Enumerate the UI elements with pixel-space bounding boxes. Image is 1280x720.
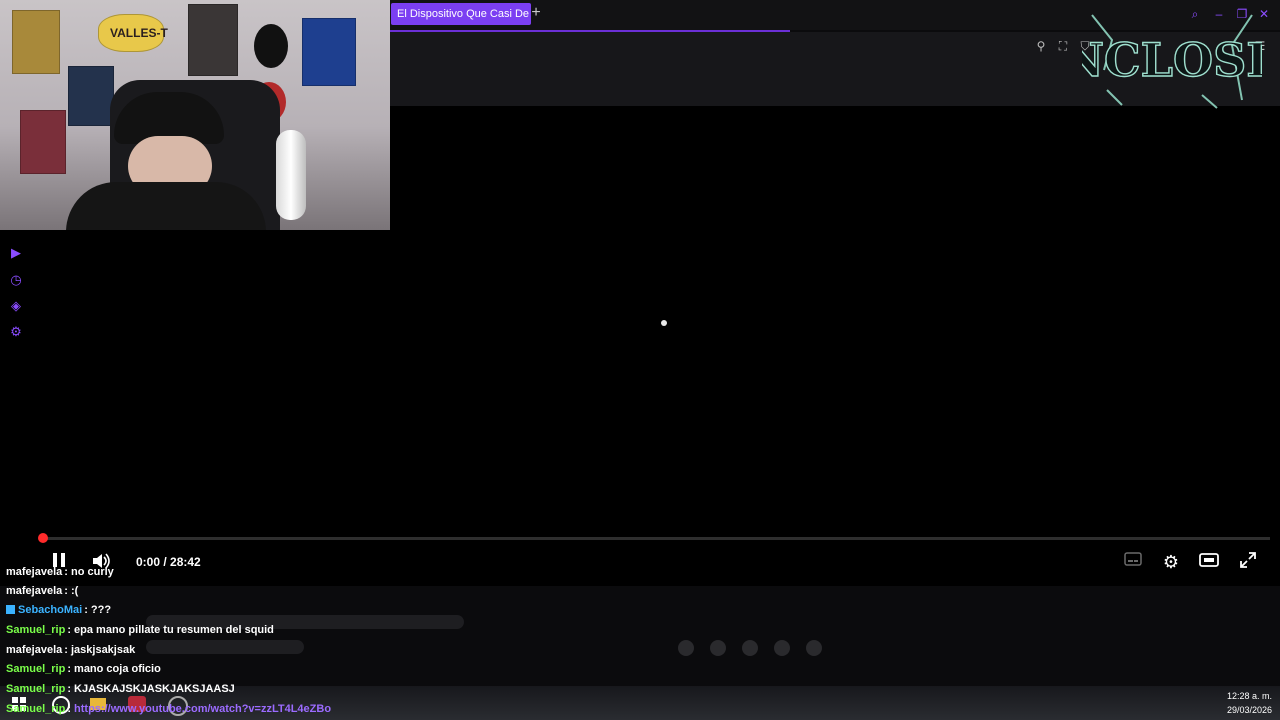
play-circle-icon[interactable]: ▶ <box>8 245 24 261</box>
new-tab-button[interactable]: + <box>528 5 544 21</box>
chat-username: Samuel_rip <box>6 624 66 636</box>
chat-username: mafejavela <box>6 644 63 656</box>
pause-icon <box>53 553 65 567</box>
chat-text: : jaskjsakjsak <box>64 644 136 656</box>
progress-bar[interactable] <box>42 537 1270 540</box>
chat-username: SebachoMai <box>18 604 83 616</box>
poster <box>12 10 60 74</box>
system-clock[interactable]: 12:28 a. m. 29/03/2026 <box>1227 689 1272 717</box>
chat-message: mafejavela: jaskjsakjsak <box>6 644 135 656</box>
chat-message: Samuel_rip: KJASKAJSKJASKJAKSJAASJ <box>6 683 235 695</box>
settings-button[interactable]: ⚙ <box>1160 552 1182 572</box>
volume-button[interactable] <box>90 552 112 572</box>
shirt-text: VALLES-T <box>110 26 168 40</box>
screenshot-icon[interactable]: ⛶ <box>1056 39 1070 53</box>
chat-bubble-icon[interactable]: ◈ <box>8 298 24 314</box>
subscriber-badge-icon <box>6 605 15 614</box>
clock-time: 12:28 a. m. <box>1226 691 1272 701</box>
captions-icon <box>1124 552 1142 566</box>
tab-active[interactable]: El Dispositivo Que Casi De <box>391 3 531 25</box>
streamer <box>66 92 266 230</box>
chat-text: : :( <box>64 585 79 597</box>
chat-message: Samuel_rip: https://www.youtube.com/watc… <box>6 703 331 715</box>
chat-username: Samuel_rip <box>6 663 66 675</box>
loading-dot <box>678 640 694 656</box>
gear-icon[interactable]: ⚙ <box>8 324 24 340</box>
subtitles-button[interactable] <box>1122 552 1144 572</box>
clock-date: 29/03/2026 <box>1226 705 1272 715</box>
speaker-icon <box>93 553 110 569</box>
chat-overlay: mafejavela: no curly mafejavela: :( Seba… <box>0 562 520 720</box>
gear-icon: ⚙ <box>1162 552 1180 572</box>
chat-link[interactable]: https://www.youtube.com/watch?v=zzLT4L4e… <box>74 703 331 715</box>
poster <box>188 4 238 76</box>
chat-text: : ??? <box>84 604 112 616</box>
chat-text: : mano coja oficio <box>67 663 161 675</box>
progress-handle[interactable] <box>38 533 48 543</box>
loading-dot <box>742 640 758 656</box>
chat-message: mafejavela: :( <box>6 585 78 597</box>
channel-logo: INCLOSIV <box>1082 14 1262 109</box>
loading-dot <box>710 640 726 656</box>
loading-spinner <box>661 320 667 326</box>
theater-mode-button[interactable] <box>1198 552 1220 572</box>
pause-button[interactable] <box>48 552 70 572</box>
chat-message: Samuel_rip: epa mano pillate tu resumen … <box>6 624 274 636</box>
loading-dot <box>806 640 822 656</box>
theater-icon <box>1199 553 1219 567</box>
fullscreen-button[interactable] <box>1237 552 1259 572</box>
chat-username: Samuel_rip <box>6 703 66 715</box>
clock-icon[interactable]: ◷ <box>8 272 24 288</box>
chat-text: : epa mano pillate tu resumen del squid <box>67 624 274 636</box>
logo-text: INCLOSIV <box>1082 33 1262 87</box>
poster <box>302 18 356 86</box>
chat-username: mafejavela <box>6 585 63 597</box>
chat-message: SebachoMai: ??? <box>6 604 111 616</box>
chat-text: : KJASKAJSKJASKJAKSJAASJ <box>67 683 235 695</box>
cap <box>254 24 288 68</box>
expand-icon <box>1240 552 1256 568</box>
poster <box>20 110 66 174</box>
chat-username: Samuel_rip <box>6 683 66 695</box>
webcam-overlay: VALLES-T <box>0 0 390 230</box>
microphone <box>276 130 306 220</box>
pin-icon[interactable]: ⚲ <box>1034 39 1048 53</box>
loading-dot <box>774 640 790 656</box>
chat-message: Samuel_rip: mano coja oficio <box>6 663 161 675</box>
